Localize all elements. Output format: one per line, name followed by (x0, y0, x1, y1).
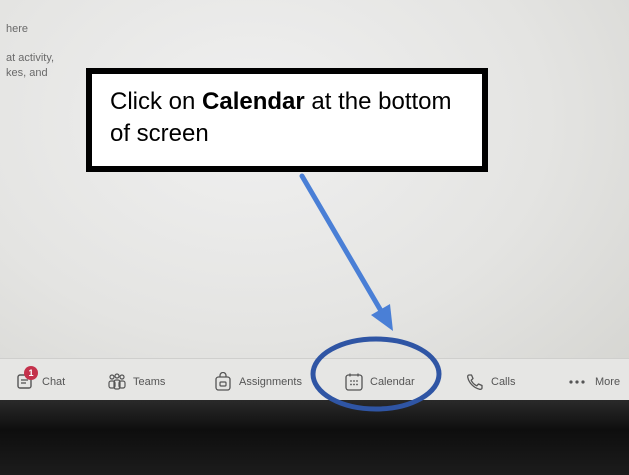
tab-calls-label: Calls (491, 376, 516, 388)
background-line-2: at activity, (6, 52, 55, 64)
callout-bold: Calendar (202, 88, 305, 115)
photo-frame: here at activity, kes, and 1 Chat Teams (0, 0, 629, 475)
callout-prefix: Click on (110, 88, 203, 115)
tab-more-label: More (595, 376, 621, 388)
tab-assignments-label: Assignments (239, 376, 302, 388)
device-bezel (0, 400, 629, 475)
background-text: here at activity, kes, and (6, 22, 54, 81)
calendar-icon (344, 372, 364, 392)
tab-assignments[interactable]: Assignments (213, 371, 302, 393)
background-line-1: here (6, 23, 29, 35)
tab-chat[interactable]: 1 Chat (16, 366, 66, 393)
tab-chat-label: Chat (42, 376, 66, 388)
calls-icon (465, 372, 485, 392)
tab-calendar[interactable]: Calendar (344, 371, 415, 393)
screen: here at activity, kes, and 1 Chat Teams (0, 0, 629, 403)
background-line-3: kes, and (6, 67, 48, 79)
chat-icon: 1 (16, 366, 38, 392)
tab-more[interactable]: More (567, 371, 620, 393)
bottom-app-bar: 1 Chat Teams Assignments Calendar Calls … (0, 358, 629, 403)
instruction-callout: Click on Calendar at the bottom of scree… (86, 68, 488, 172)
tab-calendar-label: Calendar (370, 376, 415, 388)
tab-calls[interactable]: Calls (465, 371, 515, 393)
assignments-icon (213, 371, 233, 392)
tab-teams-label: Teams (133, 376, 166, 388)
tab-teams[interactable]: Teams (107, 371, 165, 393)
teams-icon (107, 372, 127, 392)
more-icon (567, 372, 591, 392)
chat-badge: 1 (24, 366, 38, 380)
